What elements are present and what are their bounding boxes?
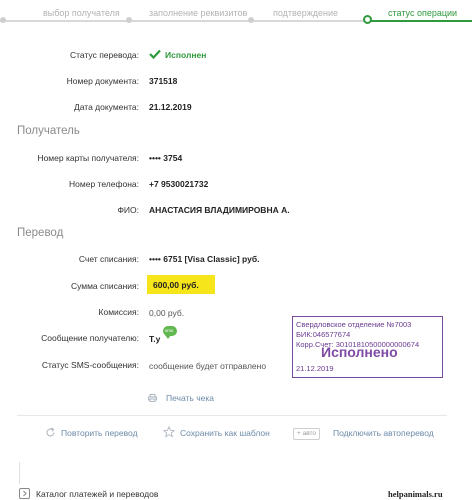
status-text: Исполнен: [165, 50, 207, 60]
commission-label: Комиссия:: [98, 307, 139, 317]
doc-date-label: Дата документа:: [74, 102, 139, 112]
bank-stamp: Свердловское отделение №7003 БИК:0465776…: [292, 316, 443, 378]
recipient-section-title: Получатель: [17, 125, 80, 137]
stamp-date: 21.12.2019: [296, 364, 334, 373]
doc-number-label: Номер документа:: [66, 76, 139, 86]
repeat-transfer-button[interactable]: Повторить перевод: [61, 428, 138, 438]
sms-label: Статус SMS-сообщения:: [41, 360, 139, 370]
doc-number-value: 371518: [149, 76, 178, 86]
site-watermark: helpanimals.ru: [388, 489, 443, 499]
step-confirm: подтверждение: [273, 8, 339, 18]
footer-tick: [19, 462, 20, 484]
account-value: •••• 6751 [Visa Classic] руб.: [149, 254, 260, 264]
sum-value: 600,00 руб.: [153, 280, 199, 290]
fio-label: ФИО:: [117, 205, 139, 215]
message-label: Сообщение получателю:: [41, 333, 139, 343]
transfer-section-title: Перевод: [17, 227, 64, 239]
printer-icon[interactable]: [148, 394, 157, 402]
step-dot-3: [248, 17, 254, 23]
checkmark-icon: [149, 49, 161, 59]
progress-steps: выбор получателя заполнение реквизитов п…: [0, 0, 472, 24]
stamp-branch: Свердловское отделение №7003: [296, 320, 412, 329]
catalog-link[interactable]: Каталог платежей и переводов: [36, 489, 158, 499]
divider: [17, 415, 447, 416]
step-select-recipient: выбор получателя: [43, 8, 120, 18]
sum-label: Сумма списания:: [70, 281, 139, 291]
status-label: Статус перевода:: [69, 50, 139, 60]
phone-label: Номер телефона:: [69, 179, 139, 189]
stamp-bik: БИК:046577674: [296, 330, 351, 339]
message-value: Т.у: [149, 334, 161, 344]
step-fill-details: заполнение реквизитов: [149, 8, 248, 18]
doc-date-value: 21.12.2019: [149, 102, 192, 112]
status-value: Исполнен: [149, 49, 206, 60]
phone-value: +7 9530021732: [149, 179, 209, 189]
step-track: [0, 20, 365, 22]
step-dot-2: [126, 17, 132, 23]
step-operation-status: статус операции: [388, 8, 458, 18]
commission-value: 0,00 руб.: [149, 308, 185, 318]
fio-value: АНАСТАСИЯ ВЛАДИМИРОВНА А.: [149, 205, 290, 215]
stamp-executed: Исполнено: [321, 344, 398, 360]
repeat-icon[interactable]: [45, 427, 56, 438]
sms-value: сообщение будет отправлено: [149, 361, 267, 371]
save-template-button[interactable]: Сохранить как шаблон: [180, 428, 270, 438]
step-dot-1: [0, 17, 6, 23]
account-label: Счет списания:: [78, 254, 139, 264]
card-label: Номер карты получателя:: [37, 153, 139, 163]
avto-badge[interactable]: + авто: [293, 428, 321, 440]
catalog-icon[interactable]: [19, 488, 30, 499]
sms-bubble-icon: sms: [163, 326, 177, 339]
autopay-button[interactable]: Подключить автоперевод: [333, 428, 434, 438]
star-icon[interactable]: [163, 426, 175, 438]
step-track-active: [365, 20, 472, 22]
step-dot-4: [363, 15, 372, 24]
print-receipt-link[interactable]: Печать чека: [166, 393, 214, 403]
card-value: •••• 3754: [149, 153, 183, 163]
